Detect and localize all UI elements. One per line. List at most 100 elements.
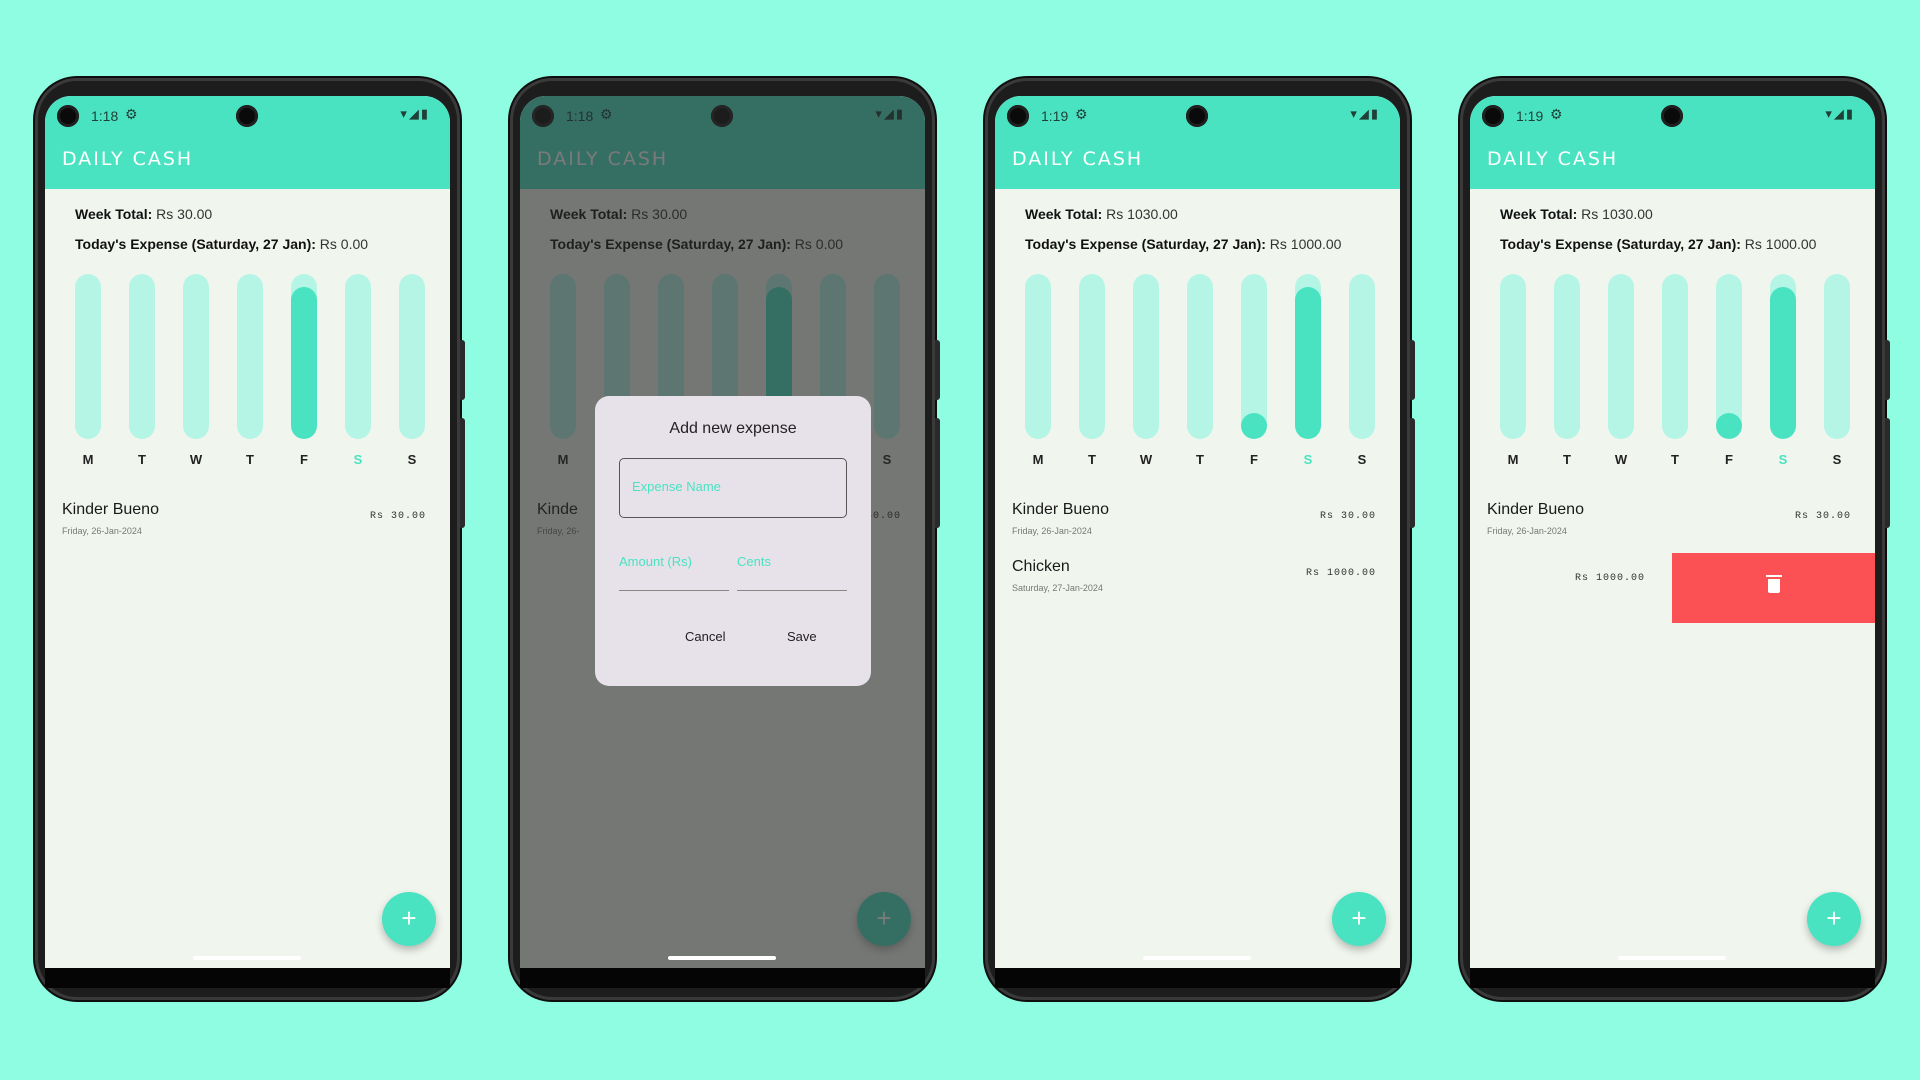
side-button[interactable] bbox=[460, 340, 465, 400]
expense-date: Saturday, 27-Jan-2024 bbox=[1012, 583, 1103, 593]
day-label: S bbox=[407, 452, 417, 467]
day-bar bbox=[291, 274, 317, 439]
day-label: T bbox=[246, 452, 254, 467]
phone-frame-1: 1:18 ⚙ ▾◢▮ DAILY CASH Week Total: Rs 30.00 To… bbox=[35, 78, 465, 1000]
day-label: S bbox=[1778, 452, 1788, 467]
day-bar-fill bbox=[1716, 413, 1742, 439]
day-bar bbox=[1716, 274, 1742, 439]
expense-amount: Rs 1000.00 bbox=[1574, 573, 1645, 584]
volume-button[interactable] bbox=[460, 418, 465, 528]
day-bar-fill bbox=[1770, 287, 1796, 439]
phone-chin bbox=[995, 968, 1400, 988]
volume-button[interactable] bbox=[1410, 418, 1415, 528]
cents-underline bbox=[737, 590, 847, 591]
phone-frame-2: 1:18⚙▾◢▮DAILY CASHWeek Total: Rs 30.00To… bbox=[510, 78, 940, 1000]
day-label: F bbox=[300, 452, 308, 467]
app-title: DAILY CASH bbox=[1487, 148, 1619, 170]
expense-date: Friday, 26-Jan-2024 bbox=[1487, 526, 1567, 536]
week-total-value: Rs 1030.00 bbox=[1581, 206, 1653, 222]
side-button[interactable] bbox=[1885, 340, 1890, 400]
add-expense-dialog: Add new expense Expense Name Amount (Rs) Ce… bbox=[595, 396, 871, 686]
day-label: W bbox=[1139, 452, 1153, 467]
week-total-value: Rs 1030.00 bbox=[1106, 206, 1178, 222]
add-expense-button[interactable]: + bbox=[382, 892, 436, 946]
day-label: T bbox=[1196, 452, 1204, 467]
home-indicator[interactable] bbox=[668, 956, 776, 960]
phone-frame-3: 1:19 ⚙ ▾◢▮ DAILY CASH Week Total: Rs 1030.00… bbox=[985, 78, 1415, 1000]
weekly-bar-chart: MTWTFSS bbox=[1025, 274, 1375, 467]
phone-chin bbox=[520, 968, 925, 988]
home-indicator[interactable] bbox=[1143, 956, 1251, 960]
volume-button[interactable] bbox=[1885, 418, 1890, 528]
today-expense-value: Rs 1000.00 bbox=[1269, 236, 1342, 252]
today-expense-label: Today's Expense (Saturday, 27 Jan): bbox=[75, 236, 316, 252]
save-button[interactable]: Save bbox=[787, 629, 817, 644]
day-bar-fill bbox=[1295, 287, 1321, 439]
front-camera-icon bbox=[1661, 105, 1683, 127]
day-bar bbox=[129, 274, 155, 439]
expense-name[interactable]: Chicken bbox=[1012, 558, 1070, 576]
expense-name[interactable]: Kinder Bueno bbox=[1012, 501, 1109, 519]
day-bar bbox=[345, 274, 371, 439]
day-bar bbox=[75, 274, 101, 439]
day-bar bbox=[1295, 274, 1321, 439]
day-bar bbox=[1824, 274, 1850, 439]
day-bar bbox=[1770, 274, 1796, 439]
day-label: S bbox=[1832, 452, 1842, 467]
day-bar bbox=[1554, 274, 1580, 439]
day-label: W bbox=[189, 452, 203, 467]
weekly-bar-chart: MTWTFSS bbox=[75, 274, 425, 467]
expense-name-input[interactable]: Expense Name bbox=[619, 458, 847, 518]
day-bar bbox=[1608, 274, 1634, 439]
app-screen: 1:19 ⚙ ▾◢▮ DAILY CASH Week Total: Rs 1030.00… bbox=[1470, 96, 1875, 968]
home-indicator[interactable] bbox=[1618, 956, 1726, 960]
day-label: S bbox=[1357, 452, 1367, 467]
day-label: T bbox=[138, 452, 146, 467]
day-bar bbox=[1662, 274, 1688, 439]
day-label: S bbox=[1303, 452, 1313, 467]
settings-gear-icon: ⚙ bbox=[1550, 106, 1563, 122]
expense-amount: Rs 30.00 bbox=[369, 511, 426, 522]
day-label: S bbox=[353, 452, 363, 467]
today-expense-label: Today's Expense (Saturday, 27 Jan): bbox=[1500, 236, 1741, 252]
day-bar-fill bbox=[291, 287, 317, 439]
app-bar: 1:19 ⚙ ▾◢▮ DAILY CASH bbox=[1470, 96, 1875, 189]
day-bar bbox=[237, 274, 263, 439]
today-expense: Today's Expense (Saturday, 27 Jan): Rs 1… bbox=[1025, 236, 1341, 252]
day-bar bbox=[1349, 274, 1375, 439]
app-bar: 1:18 ⚙ ▾◢▮ DAILY CASH bbox=[45, 96, 450, 189]
phone-chin bbox=[1470, 968, 1875, 988]
day-bar bbox=[399, 274, 425, 439]
day-label: F bbox=[1250, 452, 1258, 467]
camera-dot-icon bbox=[1007, 105, 1029, 127]
home-indicator[interactable] bbox=[193, 956, 301, 960]
settings-gear-icon: ⚙ bbox=[1075, 106, 1088, 122]
day-label: T bbox=[1671, 452, 1679, 467]
day-bar bbox=[1187, 274, 1213, 439]
swipe-delete-button[interactable] bbox=[1672, 553, 1875, 623]
today-expense-label: Today's Expense (Saturday, 27 Jan): bbox=[1025, 236, 1266, 252]
volume-button[interactable] bbox=[935, 418, 940, 528]
amount-input[interactable]: Amount (Rs) bbox=[619, 554, 692, 569]
expense-name-placeholder: Expense Name bbox=[632, 479, 721, 494]
cents-input[interactable]: Cents bbox=[737, 554, 771, 569]
camera-dot-icon bbox=[1482, 105, 1504, 127]
side-button[interactable] bbox=[1410, 340, 1415, 400]
app-title: DAILY CASH bbox=[62, 148, 194, 170]
day-label: T bbox=[1563, 452, 1571, 467]
settings-gear-icon: ⚙ bbox=[125, 106, 138, 122]
app-screen: 1:19 ⚙ ▾◢▮ DAILY CASH Week Total: Rs 1030.00… bbox=[995, 96, 1400, 968]
app-screen: 1:18⚙▾◢▮DAILY CASHWeek Total: Rs 30.00To… bbox=[45, 96, 450, 968]
expense-date: Friday, 26-Jan-2024 bbox=[1012, 526, 1092, 536]
expense-amount: Rs 30.00 bbox=[1794, 511, 1851, 522]
app-screen: 1:18⚙▾◢▮DAILY CASHWeek Total: Rs 30.00To… bbox=[520, 96, 925, 968]
add-expense-button[interactable]: + bbox=[1807, 892, 1861, 946]
expense-name[interactable]: Kinder Bueno bbox=[1487, 501, 1584, 519]
status-time: 1:19 bbox=[1516, 108, 1544, 124]
cancel-button[interactable]: Cancel bbox=[685, 629, 725, 644]
side-button[interactable] bbox=[935, 340, 940, 400]
expense-name[interactable]: Kinder Bueno bbox=[62, 501, 159, 519]
day-bar bbox=[1025, 274, 1051, 439]
expense-amount: Rs 30.00 bbox=[1319, 511, 1376, 522]
add-expense-button[interactable]: + bbox=[1332, 892, 1386, 946]
